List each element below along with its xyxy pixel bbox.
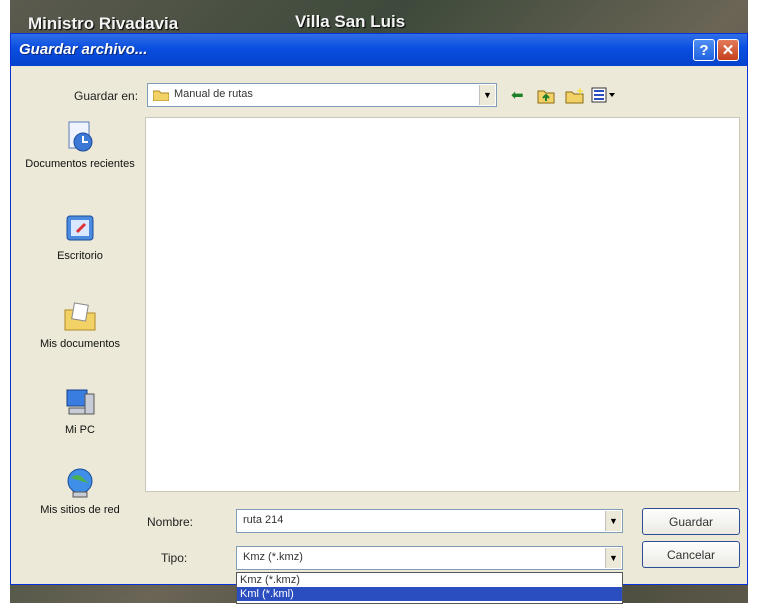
chevron-down-icon[interactable]: ▼ <box>605 511 621 531</box>
cancel-button[interactable]: Cancelar <box>642 541 740 568</box>
new-folder-icon[interactable] <box>565 86 585 104</box>
place-my-computer[interactable]: Mi PC <box>15 386 145 436</box>
chevron-down-icon[interactable]: ▼ <box>479 85 495 105</box>
save-in-value: Manual de rutas <box>174 88 253 100</box>
filename-input[interactable]: ruta 214 ▼ <box>236 509 623 533</box>
places-bar: Documentos recientes Escritorio Mis docu… <box>15 112 145 572</box>
save-file-dialog: Guardar archivo... ? ✕ Guardar en: Manua… <box>10 33 748 604</box>
place-label: Mis sitios de red <box>40 504 120 516</box>
up-folder-icon[interactable] <box>537 88 555 104</box>
back-arrow-icon[interactable]: ⬅ <box>511 86 524 104</box>
my-documents-icon <box>64 302 96 331</box>
view-menu-icon[interactable] <box>591 87 617 103</box>
dialog-title: Guardar archivo... <box>19 41 148 58</box>
file-list[interactable] <box>145 117 740 492</box>
filetype-option[interactable]: Kmz (*.kmz) <box>237 573 622 587</box>
filetype-option-selected[interactable]: Kml (*.kml) <box>237 587 622 601</box>
save-in-label: Guardar en: <box>74 89 139 103</box>
dialog-titlebar[interactable]: Guardar archivo... ? ✕ <box>11 34 747 66</box>
place-label: Mi PC <box>65 424 95 436</box>
save-button[interactable]: Guardar <box>642 508 740 535</box>
my-computer-icon <box>66 389 95 415</box>
filename-value: ruta 214 <box>243 514 284 526</box>
place-desktop[interactable]: Escritorio <box>15 212 145 262</box>
place-label: Mis documentos <box>39 338 121 350</box>
chevron-down-icon[interactable]: ▼ <box>605 548 621 568</box>
place-recent-documents[interactable]: Documentos recientes <box>15 120 145 170</box>
place-label: Escritorio <box>57 250 103 262</box>
folder-icon <box>153 90 169 101</box>
map-label-ministro: Ministro Rivadavia <box>28 14 179 33</box>
help-button[interactable]: ? <box>693 39 715 61</box>
place-my-documents[interactable]: Mis documentos <box>15 300 145 350</box>
filetype-dropdown[interactable]: Kmz (*.kmz) Kml (*.kml) <box>236 572 623 604</box>
close-button[interactable]: ✕ <box>717 39 739 61</box>
place-label: Documentos recientes <box>25 158 135 170</box>
save-in-combo[interactable]: Manual de rutas ▼ <box>147 83 497 107</box>
recent-documents-icon <box>68 121 93 152</box>
place-network[interactable]: Mis sitios de red <box>15 466 145 516</box>
network-places-icon <box>67 468 93 498</box>
filetype-value: Kmz (*.kmz) <box>243 551 303 563</box>
desktop-icon <box>66 215 94 241</box>
filetype-select[interactable]: Kmz (*.kmz) ▼ <box>236 546 623 570</box>
filename-label: Nombre: <box>147 515 194 529</box>
filetype-label: Tipo: <box>161 551 188 565</box>
map-label-villa: Villa San Luis <box>295 12 406 31</box>
